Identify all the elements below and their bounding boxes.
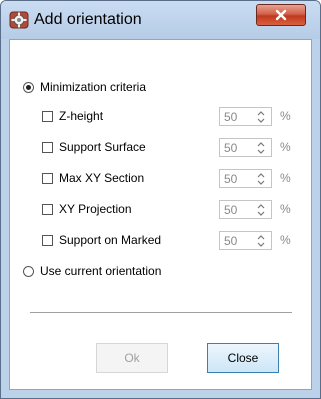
support-surface-stepper[interactable]: 50 bbox=[219, 138, 272, 157]
unit-label: % bbox=[280, 140, 291, 154]
xy-projection-stepper[interactable]: 50 bbox=[219, 200, 272, 219]
checkbox-support-surface[interactable] bbox=[42, 142, 53, 153]
criteria-label: Support on Marked bbox=[59, 233, 162, 247]
unit-label: % bbox=[280, 171, 291, 185]
close-button[interactable]: Close bbox=[207, 343, 279, 373]
radio-button[interactable] bbox=[23, 266, 34, 277]
dialog-body: Minimization criteria Z-height 50 % Supp… bbox=[9, 39, 312, 390]
max-xy-section-stepper[interactable]: 50 bbox=[219, 169, 272, 188]
ok-button[interactable]: Ok bbox=[96, 343, 168, 373]
close-window-button[interactable] bbox=[256, 4, 306, 26]
radio-selected-dot bbox=[26, 85, 31, 90]
close-x-icon bbox=[275, 9, 287, 21]
stepper-value: 50 bbox=[224, 203, 238, 217]
unit-label: % bbox=[280, 233, 291, 247]
checkbox-max-xy-section[interactable] bbox=[42, 173, 53, 184]
checkbox-support-on-marked[interactable] bbox=[42, 235, 53, 246]
add-orientation-dialog: Add orientation Minimization criteria Z-… bbox=[0, 0, 321, 399]
support-on-marked-stepper[interactable]: 50 bbox=[219, 231, 272, 250]
unit-label: % bbox=[280, 202, 291, 216]
stepper-arrows-icon[interactable] bbox=[257, 203, 265, 217]
stepper-value: 50 bbox=[224, 172, 238, 186]
criteria-label: XY Projection bbox=[59, 202, 132, 216]
radio-label: Use current orientation bbox=[40, 264, 162, 278]
radio-label: Minimization criteria bbox=[40, 80, 147, 94]
stepper-arrows-icon[interactable] bbox=[257, 141, 265, 155]
dialog-title: Add orientation bbox=[34, 11, 142, 28]
title-bar[interactable]: Add orientation bbox=[1, 1, 320, 39]
z-height-stepper[interactable]: 50 bbox=[219, 107, 272, 126]
criteria-label: Max XY Section bbox=[59, 171, 145, 185]
criteria-label: Z-height bbox=[59, 109, 104, 123]
stepper-value: 50 bbox=[224, 110, 238, 124]
separator-line bbox=[30, 312, 292, 314]
checkbox-z-height[interactable] bbox=[42, 111, 53, 122]
criteria-label: Support Surface bbox=[59, 140, 146, 154]
stepper-value: 50 bbox=[224, 234, 238, 248]
radio-button[interactable] bbox=[23, 82, 34, 93]
stepper-value: 50 bbox=[224, 141, 238, 155]
stepper-arrows-icon[interactable] bbox=[257, 234, 265, 248]
stepper-arrows-icon[interactable] bbox=[257, 172, 265, 186]
unit-label: % bbox=[280, 109, 291, 123]
stepper-arrows-icon[interactable] bbox=[257, 110, 265, 124]
gear-icon bbox=[9, 10, 29, 30]
checkbox-xy-projection[interactable] bbox=[42, 204, 53, 215]
